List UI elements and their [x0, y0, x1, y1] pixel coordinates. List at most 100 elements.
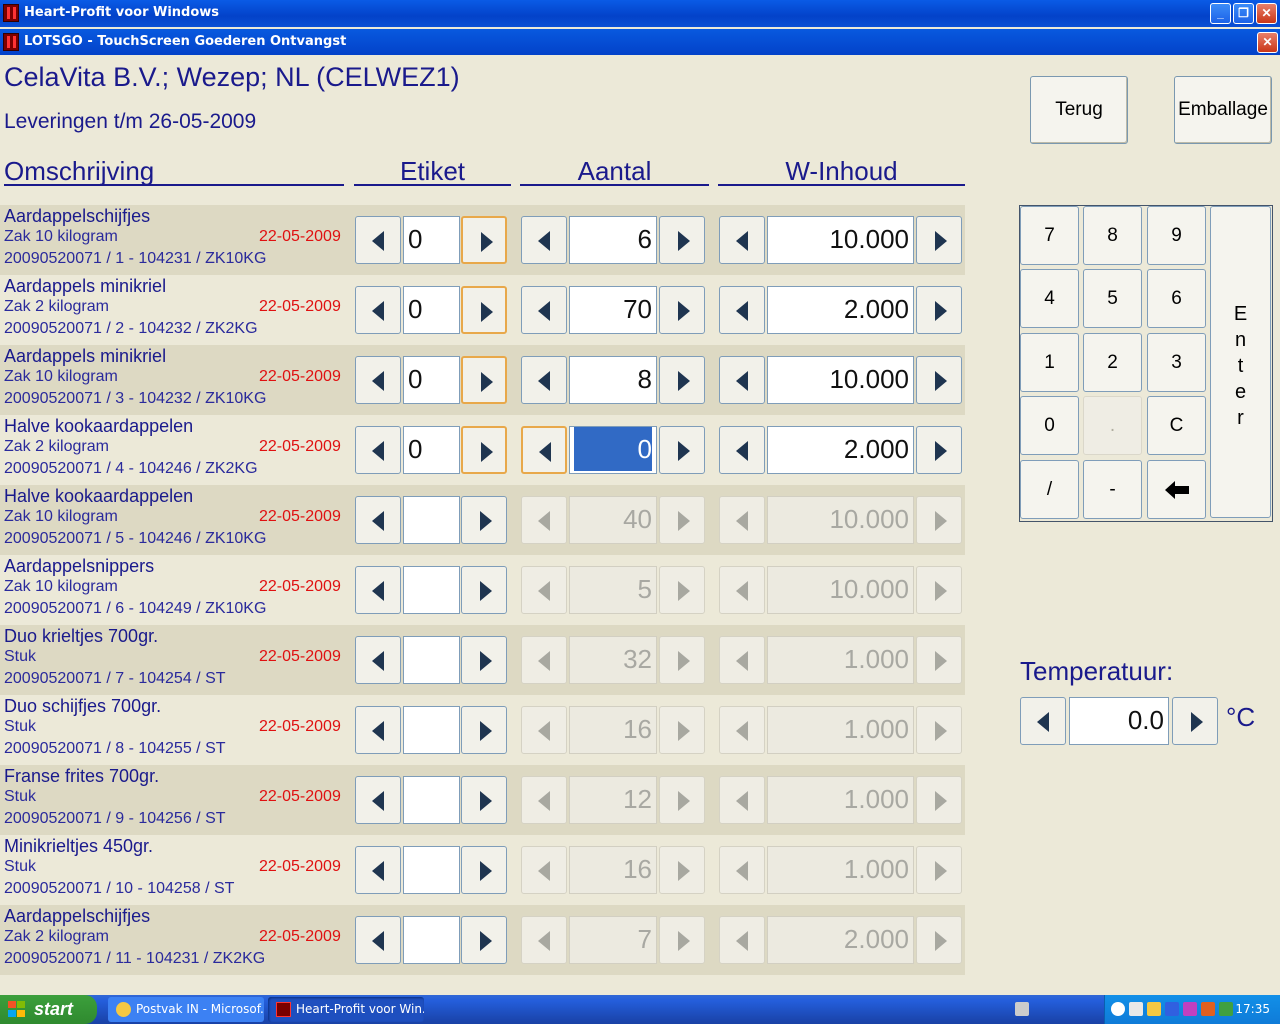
content-input[interactable]: 10.000 — [767, 496, 914, 544]
quantity-decrease-button[interactable] — [521, 916, 567, 964]
quantity-input[interactable]: 6 — [569, 216, 657, 264]
child-close-icon[interactable]: ✕ — [1257, 32, 1278, 53]
label-decrease-button[interactable] — [355, 706, 401, 754]
content-input[interactable]: 1.000 — [767, 706, 914, 754]
taskbar-item-outlook[interactable]: Postvak IN - Microsof... — [108, 997, 264, 1022]
quantity-input[interactable]: 40 — [569, 496, 657, 544]
quantity-increase-button[interactable] — [659, 426, 705, 474]
content-input[interactable]: 1.000 — [767, 636, 914, 684]
content-increase-button[interactable] — [916, 426, 962, 474]
content-input[interactable]: 10.000 — [767, 356, 914, 404]
label-decrease-button[interactable] — [355, 286, 401, 334]
content-increase-button[interactable] — [916, 846, 962, 894]
quantity-input[interactable]: 8 — [569, 356, 657, 404]
collapse-tray-icon[interactable] — [1111, 1002, 1125, 1016]
key-minus[interactable]: - — [1083, 460, 1142, 519]
quantity-increase-button[interactable] — [659, 916, 705, 964]
content-increase-button[interactable] — [916, 636, 962, 684]
quantity-decrease-button[interactable] — [521, 566, 567, 614]
quantity-input[interactable]: 5 — [569, 566, 657, 614]
content-increase-button[interactable] — [916, 216, 962, 264]
content-decrease-button[interactable] — [719, 216, 765, 264]
label-input[interactable]: 0 — [403, 216, 460, 264]
content-decrease-button[interactable] — [719, 916, 765, 964]
quantity-input[interactable]: 32 — [569, 636, 657, 684]
label-decrease-button[interactable] — [355, 426, 401, 474]
key-1[interactable]: 1 — [1020, 333, 1079, 392]
label-decrease-button[interactable] — [355, 566, 401, 614]
enter-button[interactable]: E n t e r — [1210, 206, 1271, 518]
temperature-increase-button[interactable] — [1172, 697, 1218, 745]
content-decrease-button[interactable] — [719, 636, 765, 684]
quantity-input[interactable]: 7 — [569, 916, 657, 964]
quantity-decrease-button[interactable] — [521, 706, 567, 754]
restore-icon[interactable]: ❐ — [1233, 3, 1254, 24]
label-decrease-button[interactable] — [355, 356, 401, 404]
quantity-increase-button[interactable] — [659, 636, 705, 684]
quantity-input[interactable]: 70 — [569, 286, 657, 334]
label-increase-button[interactable] — [461, 216, 507, 264]
content-decrease-button[interactable] — [719, 496, 765, 544]
content-decrease-button[interactable] — [719, 426, 765, 474]
key-7[interactable]: 7 — [1020, 206, 1079, 265]
key-2[interactable]: 2 — [1083, 333, 1142, 392]
minimize-icon[interactable]: _ — [1210, 3, 1231, 24]
content-input[interactable]: 2.000 — [767, 286, 914, 334]
key-clear[interactable]: C — [1147, 396, 1206, 455]
content-input[interactable]: 1.000 — [767, 776, 914, 824]
label-decrease-button[interactable] — [355, 216, 401, 264]
label-increase-button[interactable] — [461, 636, 507, 684]
key-0[interactable]: 0 — [1020, 396, 1079, 455]
quantity-decrease-button[interactable] — [521, 496, 567, 544]
quantity-increase-button[interactable] — [659, 776, 705, 824]
content-increase-button[interactable] — [916, 776, 962, 824]
label-increase-button[interactable] — [461, 776, 507, 824]
label-decrease-button[interactable] — [355, 916, 401, 964]
quantity-decrease-button[interactable] — [521, 426, 567, 474]
quantity-decrease-button[interactable] — [521, 636, 567, 684]
key-backspace[interactable] — [1147, 460, 1206, 519]
label-decrease-button[interactable] — [355, 496, 401, 544]
label-increase-button[interactable] — [461, 286, 507, 334]
content-input[interactable]: 10.000 — [767, 216, 914, 264]
quantity-increase-button[interactable] — [659, 566, 705, 614]
label-input[interactable] — [403, 496, 460, 544]
label-input[interactable] — [403, 776, 460, 824]
content-increase-button[interactable] — [916, 286, 962, 334]
label-input[interactable] — [403, 566, 460, 614]
quantity-increase-button[interactable] — [659, 496, 705, 544]
back-button[interactable]: Terug — [1030, 76, 1128, 144]
key-6[interactable]: 6 — [1147, 269, 1206, 328]
quantity-increase-button[interactable] — [659, 356, 705, 404]
content-input[interactable]: 1.000 — [767, 846, 914, 894]
child-window-titlebar[interactable]: LOTSGO - TouchScreen Goederen Ontvangst … — [0, 29, 1280, 55]
update-icon[interactable] — [1201, 1002, 1215, 1016]
label-increase-button[interactable] — [461, 356, 507, 404]
key-5[interactable]: 5 — [1083, 269, 1142, 328]
key-slash[interactable]: / — [1020, 460, 1079, 519]
quantity-decrease-button[interactable] — [521, 776, 567, 824]
content-increase-button[interactable] — [916, 706, 962, 754]
quantity-input[interactable]: 16 — [569, 846, 657, 894]
close-icon[interactable]: ✕ — [1256, 3, 1277, 24]
label-increase-button[interactable] — [461, 496, 507, 544]
quantity-input[interactable]: 0 — [569, 426, 657, 474]
label-increase-button[interactable] — [461, 566, 507, 614]
label-increase-button[interactable] — [461, 846, 507, 894]
content-increase-button[interactable] — [916, 356, 962, 404]
label-decrease-button[interactable] — [355, 636, 401, 684]
quantity-decrease-button[interactable] — [521, 216, 567, 264]
content-increase-button[interactable] — [916, 916, 962, 964]
label-increase-button[interactable] — [461, 706, 507, 754]
content-decrease-button[interactable] — [719, 566, 765, 614]
key-4[interactable]: 4 — [1020, 269, 1079, 328]
content-increase-button[interactable] — [916, 496, 962, 544]
packaging-button[interactable]: Emballage — [1174, 76, 1272, 144]
content-input[interactable]: 10.000 — [767, 566, 914, 614]
taskbar-item-heart-profit[interactable]: Heart-Profit voor Win... — [268, 997, 424, 1022]
quantity-increase-button[interactable] — [659, 846, 705, 894]
label-decrease-button[interactable] — [355, 776, 401, 824]
content-decrease-button[interactable] — [719, 846, 765, 894]
temperature-decrease-button[interactable] — [1020, 697, 1066, 745]
key-9[interactable]: 9 — [1147, 206, 1206, 265]
